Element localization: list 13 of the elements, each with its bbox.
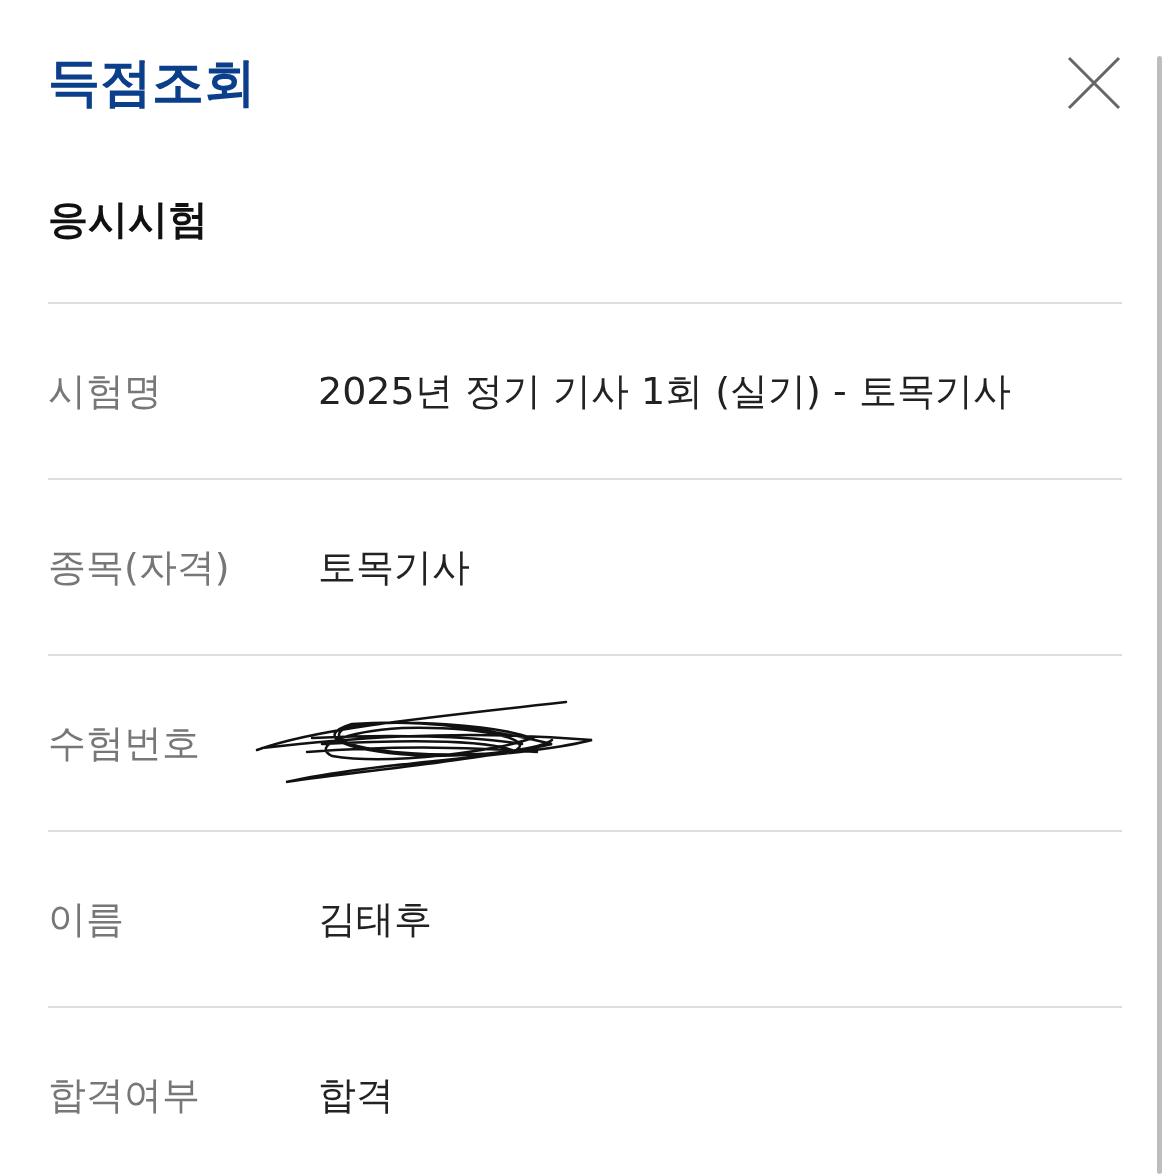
field-value: 토목기사	[318, 543, 470, 591]
close-icon	[1066, 55, 1122, 111]
field-label: 이름	[48, 895, 125, 943]
field-label: 시험명	[48, 367, 163, 415]
field-value: 김태후	[318, 895, 432, 943]
page-title: 득점조회	[48, 51, 256, 114]
section-title: 응시시험	[48, 166, 1122, 304]
field-label: 종목(자격)	[48, 543, 231, 591]
field-label: 수험번호	[48, 719, 201, 767]
field-value: 2025년 정기 기사 1회 (실기) - 토목기사	[318, 367, 1011, 415]
field-value: 합격	[318, 1071, 394, 1119]
field-label: 합격여부	[48, 1071, 201, 1119]
close-button[interactable]	[1066, 55, 1122, 111]
